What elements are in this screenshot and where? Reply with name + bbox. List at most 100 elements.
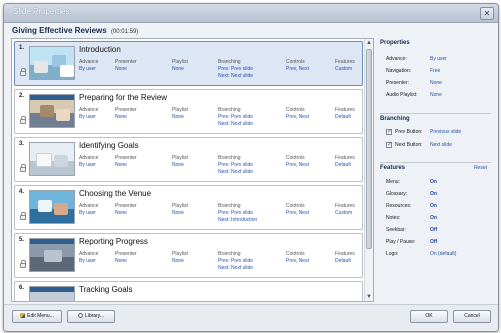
close-button[interactable]: ✕	[480, 7, 494, 20]
reset-link[interactable]: Reset	[474, 165, 487, 171]
controls-column: Controls Prev, Next	[286, 107, 309, 120]
slide-title: Choosing the Venue	[79, 189, 152, 198]
features-section: Features Reset	[380, 162, 491, 171]
advance-column: Advance By user	[79, 155, 99, 168]
presenter-column: Presenter None	[115, 59, 137, 72]
title-bar[interactable]: Slide Properties ✕	[4, 4, 498, 23]
prev-button-value[interactable]: Previous slide	[430, 129, 461, 135]
cancel-button[interactable]: Cancel	[453, 310, 491, 323]
next-button-checkbox[interactable]: ✓	[386, 142, 392, 148]
branching-column: Branching Prev: Prev slide Next: Next slid…	[218, 155, 254, 175]
seekbar-value[interactable]: Off	[430, 227, 437, 233]
slide-row-6[interactable]: 6. Tracking Goals	[14, 281, 363, 301]
notes-value[interactable]: On	[430, 215, 437, 221]
slide-number: 6.	[19, 285, 25, 291]
prev-button-checkbox[interactable]: ✓	[386, 129, 392, 135]
slide-thumbnail	[29, 238, 75, 272]
playlist-column: Playlist None	[172, 59, 188, 72]
window-title: Slide Properties	[13, 7, 70, 16]
seekbar-label: Seekbar:	[386, 227, 407, 233]
slide-list: 1. Introduction Advance By user Presenter…	[11, 38, 374, 302]
pencil-icon	[20, 313, 26, 318]
slide-number: 3.	[19, 141, 25, 147]
ok-button[interactable]: OK	[410, 310, 448, 323]
branching-column: Branching Prev: Prev slide Next: Next slid…	[218, 251, 254, 271]
playlist-column: Playlist None	[172, 203, 188, 216]
advance-column: Advance By user	[79, 203, 99, 216]
resources-label: Resources:	[386, 203, 412, 209]
presenter-column: Presenter None	[115, 107, 137, 120]
library-button[interactable]: Library...	[67, 310, 115, 323]
slide-list-scrollbar[interactable]: ▲ ▼	[364, 39, 373, 301]
advance-column: Advance By user	[79, 59, 99, 72]
scroll-down-icon[interactable]: ▼	[365, 293, 373, 301]
slide-properties-dialog: Slide Properties ✕ Giving Effective Revi…	[3, 3, 499, 332]
dialog-footer: Edit Menu... Library... OK Cancel	[4, 304, 498, 331]
slide-title: Introduction	[79, 45, 121, 54]
play-pause-label: Play / Pause:	[386, 239, 416, 245]
lock-icon[interactable]	[20, 68, 26, 76]
scroll-up-icon[interactable]: ▲	[365, 39, 373, 47]
resources-value[interactable]: On	[430, 203, 437, 209]
audio-playlist-value[interactable]: None	[430, 92, 442, 98]
slide-row-2[interactable]: 2. Preparing for the Review Advance By us…	[14, 89, 363, 134]
playlist-column: Playlist None	[172, 107, 188, 120]
lock-icon[interactable]	[20, 212, 26, 220]
controls-column: Controls Prev, Next	[286, 155, 309, 168]
slide-row-5[interactable]: 5. Reporting Progress Advance By user Pre…	[14, 233, 363, 278]
features-column: Features Default	[335, 107, 355, 120]
prev-button-label: Prev Button:	[395, 129, 423, 135]
logo-value[interactable]: On (default)	[430, 251, 456, 257]
lock-icon[interactable]	[20, 116, 26, 124]
notes-label: Notes:	[386, 215, 401, 221]
presenter-column: Presenter None	[115, 203, 137, 216]
play-pause-value[interactable]: Off	[430, 239, 437, 245]
slide-row-3[interactable]: 3. Identifying Goals Advance By user Pres…	[14, 137, 363, 182]
slide-thumbnail	[29, 286, 75, 301]
advance-value[interactable]: By user	[430, 56, 447, 62]
course-heading: Giving Effective Reviews (00:01:59)	[12, 26, 138, 35]
logo-label: Logo:	[386, 251, 399, 257]
navigation-value[interactable]: Free	[430, 68, 440, 74]
slide-thumbnail	[29, 190, 75, 224]
next-button-label: Next Button:	[395, 142, 423, 148]
features-section-title: Features	[380, 165, 406, 171]
course-title: Giving Effective Reviews	[12, 26, 107, 35]
menu-value[interactable]: On	[430, 179, 437, 185]
slide-thumbnail	[29, 46, 75, 80]
lock-icon[interactable]	[20, 164, 26, 172]
presenter-label: Presenter:	[386, 80, 410, 86]
slide-number: 2.	[19, 93, 25, 99]
slide-row-4[interactable]: 4. Choosing the Venue Advance By user Pre…	[14, 185, 363, 230]
presenter-value[interactable]: None	[430, 80, 442, 86]
slide-row-1[interactable]: 1. Introduction Advance By user Presenter…	[14, 41, 363, 86]
branching-section-title: Branching	[380, 113, 491, 122]
scrollbar-thumb[interactable]	[366, 49, 372, 249]
features-column: Features Custom	[335, 59, 355, 72]
properties-sidebar: Properties Advance: By user Navigation: …	[380, 38, 491, 298]
glossary-value[interactable]: On	[430, 191, 437, 197]
slide-number: 4.	[19, 189, 25, 195]
branching-column: Branching Prev: Prev slide Next: Introduct…	[218, 203, 258, 223]
edit-menu-label: Edit Menu...	[27, 313, 54, 319]
edit-menu-button[interactable]: Edit Menu...	[12, 310, 62, 323]
slide-number: 1.	[19, 45, 25, 51]
slide-thumbnail	[29, 142, 75, 176]
features-column: Features Custom	[335, 203, 355, 216]
slide-title: Tracking Goals	[79, 285, 133, 294]
presenter-column: Presenter None	[115, 251, 137, 264]
next-button-value[interactable]: Next slide	[430, 142, 452, 148]
properties-section-title: Properties	[380, 40, 410, 46]
slide-thumbnail	[29, 94, 75, 128]
lock-icon[interactable]	[20, 260, 26, 268]
playlist-column: Playlist None	[172, 155, 188, 168]
features-column: Features Default	[335, 251, 355, 264]
controls-column: Controls Prev, Next	[286, 203, 309, 216]
slide-number: 5.	[19, 237, 25, 243]
branching-column: Branching Prev: Prev slide Next: Next slid…	[218, 59, 254, 79]
slide-title: Reporting Progress	[79, 237, 148, 246]
menu-label: Menu:	[386, 179, 400, 185]
controls-column: Controls Prev, Next	[286, 251, 309, 264]
slide-title: Identifying Goals	[79, 141, 139, 150]
audio-playlist-label: Audio Playlist:	[386, 92, 418, 98]
